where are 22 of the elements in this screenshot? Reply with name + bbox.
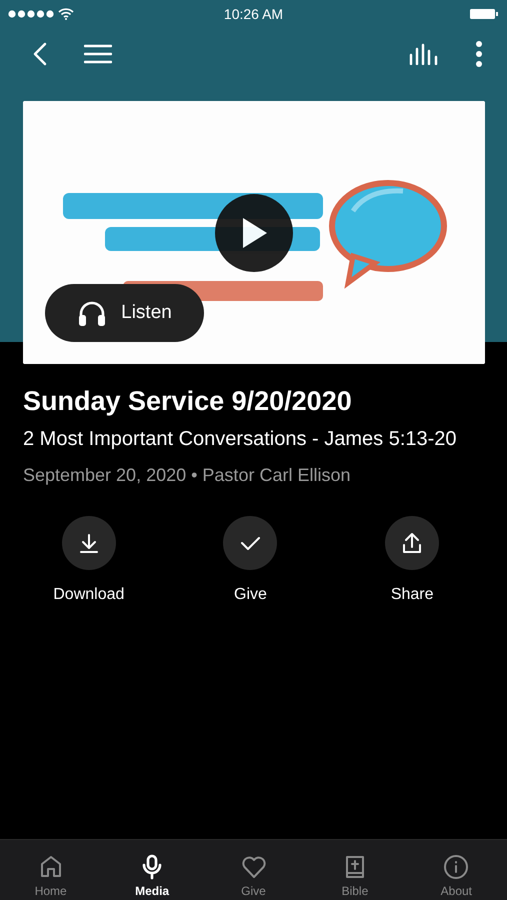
- menu-icon: [84, 44, 112, 64]
- chevron-left-icon: [32, 42, 48, 66]
- tab[interactable]: About: [406, 840, 507, 900]
- more-icon: [475, 41, 483, 67]
- heart-icon: [240, 854, 267, 880]
- wifi-icon: [58, 8, 74, 20]
- action-button[interactable]: Share: [331, 516, 493, 604]
- status-time: 10:26 AM: [224, 6, 284, 22]
- headphones-icon: [77, 299, 108, 327]
- tab[interactable]: Bible: [304, 840, 406, 900]
- action-button[interactable]: Download: [8, 516, 170, 604]
- bars-icon: [409, 43, 439, 65]
- tab[interactable]: Give: [202, 840, 304, 900]
- action-button[interactable]: Give: [170, 516, 332, 604]
- sermon-meta: September 20, 2020 • Pastor Carl Ellison: [23, 465, 352, 486]
- sermon-subtitle: 2 Most Important Conversations - James 5:13-20: [23, 427, 458, 452]
- battery-icon: [469, 8, 499, 20]
- tab[interactable]: Home: [0, 840, 102, 900]
- listen-button[interactable]: Listen: [45, 284, 204, 342]
- tab[interactable]: Media: [101, 840, 203, 900]
- sermon-title: Sunday Service 9/20/2020: [23, 386, 353, 417]
- info-icon: [443, 854, 470, 880]
